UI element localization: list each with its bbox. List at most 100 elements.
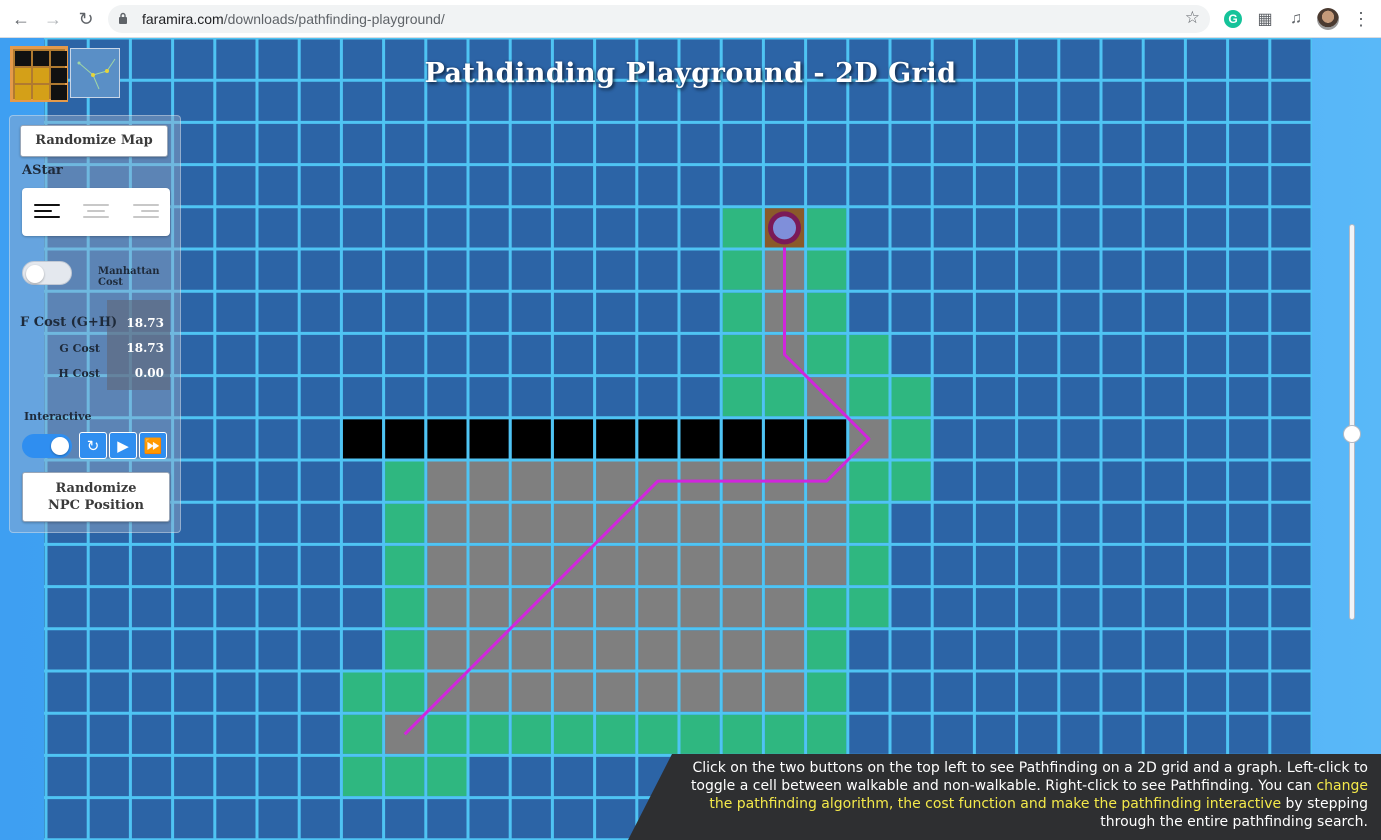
open-cell[interactable] bbox=[385, 672, 425, 712]
closed-cell[interactable] bbox=[553, 672, 594, 712]
open-cell[interactable] bbox=[722, 714, 762, 754]
closed-cell[interactable] bbox=[553, 588, 594, 628]
open-cell[interactable] bbox=[722, 334, 762, 375]
open-cell[interactable] bbox=[849, 588, 889, 628]
closed-cell[interactable] bbox=[511, 545, 551, 586]
open-cell[interactable] bbox=[849, 461, 889, 501]
profile-avatar[interactable] bbox=[1317, 8, 1339, 30]
open-cell[interactable] bbox=[849, 334, 889, 375]
open-cell[interactable] bbox=[849, 545, 889, 586]
extensions-puzzle-icon[interactable]: ▦ bbox=[1254, 8, 1276, 30]
closed-cell[interactable] bbox=[511, 461, 551, 501]
back-icon[interactable]: ← bbox=[10, 8, 32, 30]
open-cell[interactable] bbox=[891, 461, 931, 501]
open-cell[interactable] bbox=[849, 377, 889, 417]
closed-cell[interactable] bbox=[596, 672, 636, 712]
grid-mode-button[interactable] bbox=[10, 46, 68, 102]
closed-cell[interactable] bbox=[722, 545, 762, 586]
wall-cell[interactable] bbox=[764, 419, 805, 459]
open-cell[interactable] bbox=[385, 588, 425, 628]
open-cell[interactable] bbox=[849, 503, 889, 543]
open-cell[interactable] bbox=[385, 630, 425, 670]
closed-cell[interactable] bbox=[722, 503, 762, 543]
graph-mode-button[interactable] bbox=[70, 48, 120, 98]
closed-cell[interactable] bbox=[469, 461, 509, 501]
align-right-icon[interactable] bbox=[133, 204, 159, 220]
open-cell[interactable] bbox=[807, 714, 847, 754]
closed-cell[interactable] bbox=[511, 672, 551, 712]
closed-cell[interactable] bbox=[596, 588, 636, 628]
closed-cell[interactable] bbox=[469, 588, 509, 628]
wall-cell[interactable] bbox=[342, 419, 383, 459]
bookmark-star-icon[interactable]: ☆ bbox=[1185, 8, 1200, 28]
closed-cell[interactable] bbox=[427, 461, 467, 501]
closed-cell[interactable] bbox=[764, 503, 805, 543]
closed-cell[interactable] bbox=[511, 503, 551, 543]
closed-cell[interactable] bbox=[427, 545, 467, 586]
closed-cell[interactable] bbox=[764, 630, 805, 670]
open-cell[interactable] bbox=[722, 250, 762, 290]
manhattan-cost-toggle[interactable] bbox=[22, 261, 72, 285]
closed-cell[interactable] bbox=[764, 545, 805, 586]
open-cell[interactable] bbox=[469, 714, 509, 754]
npc-marker[interactable] bbox=[768, 211, 801, 245]
open-cell[interactable] bbox=[596, 714, 636, 754]
open-cell[interactable] bbox=[638, 714, 678, 754]
wall-cell[interactable] bbox=[807, 419, 847, 459]
open-cell[interactable] bbox=[807, 292, 847, 332]
closed-cell[interactable] bbox=[680, 588, 720, 628]
open-cell[interactable] bbox=[891, 419, 931, 459]
open-cell[interactable] bbox=[764, 714, 805, 754]
closed-cell[interactable] bbox=[638, 672, 678, 712]
zoom-slider-handle[interactable] bbox=[1343, 425, 1361, 443]
closed-cell[interactable] bbox=[427, 503, 467, 543]
run-to-end-button[interactable]: ⏩ bbox=[139, 432, 167, 459]
closed-cell[interactable] bbox=[511, 630, 551, 670]
closed-cell[interactable] bbox=[469, 545, 509, 586]
closed-cell[interactable] bbox=[596, 545, 636, 586]
wall-cell[interactable] bbox=[511, 419, 551, 459]
closed-cell[interactable] bbox=[553, 630, 594, 670]
closed-cell[interactable] bbox=[807, 503, 847, 543]
reset-button[interactable]: ↻ bbox=[79, 432, 107, 459]
step-button[interactable]: ▶ bbox=[109, 432, 137, 459]
open-cell[interactable] bbox=[807, 250, 847, 290]
browser-menu-icon[interactable]: ⋮ bbox=[1350, 8, 1372, 30]
closed-cell[interactable] bbox=[764, 672, 805, 712]
closed-cell[interactable] bbox=[638, 545, 678, 586]
closed-cell[interactable] bbox=[638, 630, 678, 670]
open-cell[interactable] bbox=[891, 377, 931, 417]
closed-cell[interactable] bbox=[680, 545, 720, 586]
wall-cell[interactable] bbox=[427, 419, 467, 459]
wall-cell[interactable] bbox=[553, 419, 594, 459]
open-cell[interactable] bbox=[385, 503, 425, 543]
closed-cell[interactable] bbox=[638, 503, 678, 543]
wall-cell[interactable] bbox=[385, 419, 425, 459]
randomize-map-button[interactable]: Randomize Map bbox=[20, 125, 168, 157]
open-cell[interactable] bbox=[553, 714, 594, 754]
closed-cell[interactable] bbox=[427, 630, 467, 670]
closed-cell[interactable] bbox=[553, 503, 594, 543]
open-cell[interactable] bbox=[385, 545, 425, 586]
open-cell[interactable] bbox=[385, 461, 425, 501]
open-cell[interactable] bbox=[722, 292, 762, 332]
open-cell[interactable] bbox=[722, 208, 762, 248]
wall-cell[interactable] bbox=[469, 419, 509, 459]
pathfinding-grid[interactable] bbox=[44, 38, 1314, 840]
wall-cell[interactable] bbox=[596, 419, 636, 459]
open-cell[interactable] bbox=[807, 334, 847, 375]
wall-cell[interactable] bbox=[638, 419, 678, 459]
closed-cell[interactable] bbox=[722, 588, 762, 628]
closed-cell[interactable] bbox=[596, 630, 636, 670]
wall-cell[interactable] bbox=[722, 419, 762, 459]
open-cell[interactable] bbox=[427, 714, 467, 754]
open-cell[interactable] bbox=[385, 756, 425, 797]
closed-cell[interactable] bbox=[680, 672, 720, 712]
reload-icon[interactable]: ↻ bbox=[75, 8, 97, 30]
grammarly-extension-icon[interactable]: G bbox=[1222, 8, 1244, 30]
interactive-toggle[interactable] bbox=[22, 434, 72, 458]
wall-cell[interactable] bbox=[680, 419, 720, 459]
open-cell[interactable] bbox=[807, 672, 847, 712]
closed-cell[interactable] bbox=[722, 672, 762, 712]
open-cell[interactable] bbox=[722, 377, 762, 417]
